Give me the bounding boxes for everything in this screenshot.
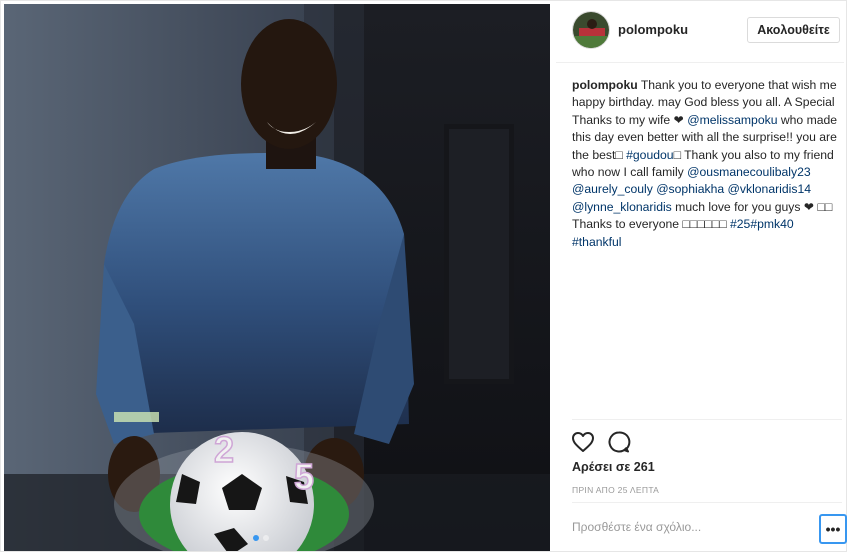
carousel-indicator[interactable] bbox=[253, 535, 269, 541]
svg-text:2: 2 bbox=[214, 429, 234, 470]
post-photo[interactable]: 2 5 bbox=[4, 4, 550, 551]
post-actions bbox=[570, 429, 632, 455]
avatar-image bbox=[573, 12, 609, 48]
divider bbox=[572, 419, 842, 420]
comment-bubble-icon[interactable] bbox=[606, 429, 632, 455]
post-timestamp[interactable]: ΠΡΙΝ ΑΠΟ 25 ΛΕΠΤΑ bbox=[572, 485, 659, 495]
hashtag-link[interactable]: #goudou bbox=[626, 148, 673, 162]
carousel-dot-active[interactable] bbox=[253, 535, 259, 541]
post-caption: polompoku Thank you to everyone that wis… bbox=[572, 77, 844, 251]
header-username[interactable]: polompoku bbox=[618, 22, 688, 37]
avatar[interactable] bbox=[572, 11, 610, 49]
carousel-dot[interactable] bbox=[263, 535, 269, 541]
caption-username[interactable]: polompoku bbox=[572, 78, 638, 92]
following-button[interactable]: Ακολουθείτε bbox=[747, 17, 840, 43]
mention-link[interactable]: @ousmanecoulibaly23 bbox=[687, 165, 811, 179]
mention-link[interactable]: @aurely_couly bbox=[572, 182, 653, 196]
hashtag-link[interactable]: #pmk40 bbox=[750, 217, 793, 231]
post-sidebar: polompoku Ακολουθείτε polompoku Thank yo… bbox=[556, 1, 847, 552]
hashtag-link[interactable]: #25 bbox=[730, 217, 750, 231]
comment-input[interactable]: Προσθέστε ένα σχόλιο... bbox=[572, 520, 812, 534]
likes-count[interactable]: Αρέσει σε 261 bbox=[572, 460, 655, 474]
mention-link[interactable]: @sophiakha bbox=[656, 182, 724, 196]
svg-text:5: 5 bbox=[294, 456, 314, 497]
more-options-button[interactable]: ••• bbox=[819, 514, 847, 544]
post-frame: 2 5 polompoku Ακολουθείτε polompoku Than… bbox=[0, 0, 847, 552]
mention-link[interactable]: @melissampoku bbox=[687, 113, 777, 127]
photo-illustration: 2 5 bbox=[4, 4, 550, 551]
hashtag-link[interactable]: #thankful bbox=[572, 235, 621, 249]
mention-link[interactable]: @vklonaridis14 bbox=[728, 182, 812, 196]
post-header: polompoku Ακολουθείτε bbox=[556, 1, 844, 63]
divider bbox=[572, 502, 842, 503]
mention-link[interactable]: @lynne_klonaridis bbox=[572, 200, 672, 214]
heart-icon[interactable] bbox=[570, 429, 596, 455]
